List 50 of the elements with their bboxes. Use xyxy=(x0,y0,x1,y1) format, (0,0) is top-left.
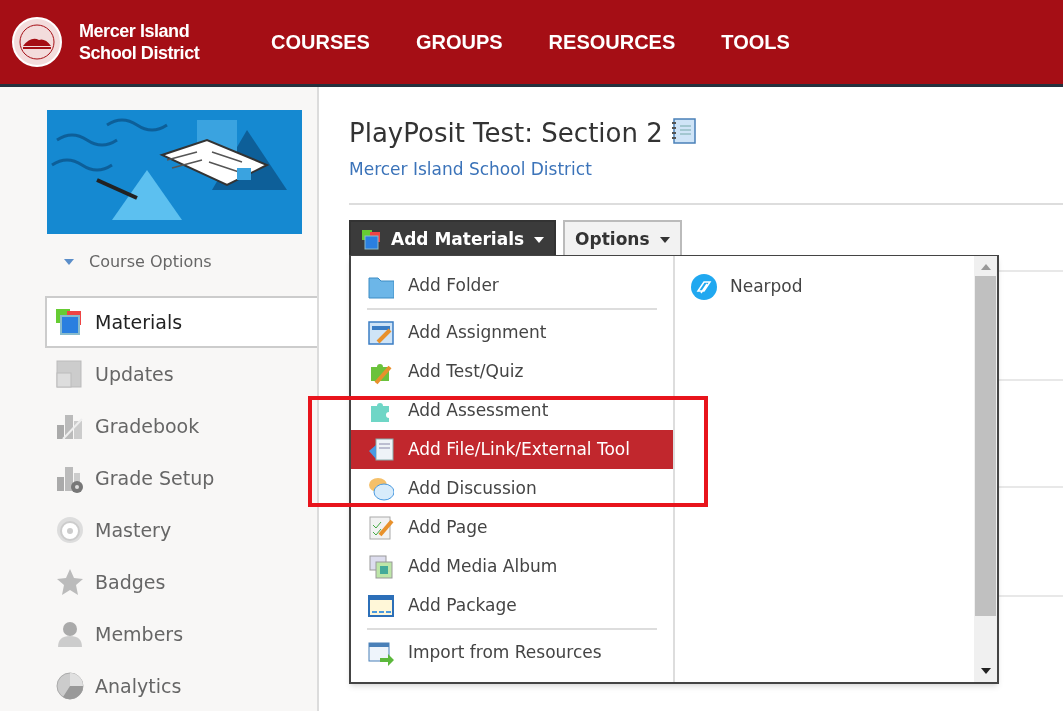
menu-item[interactable]: Add Media Album xyxy=(351,547,673,586)
updates-icon xyxy=(55,359,85,389)
caret-down-icon xyxy=(64,259,74,265)
mastery-icon xyxy=(55,515,85,545)
page-pencil-icon xyxy=(368,514,394,541)
logo-text: Mercer Island xyxy=(79,20,191,42)
menu-item[interactable]: Import from Resources xyxy=(351,633,673,672)
app-item[interactable]: Nearpod xyxy=(690,272,974,302)
member-icon xyxy=(55,619,85,649)
file-link-icon xyxy=(368,436,394,463)
menu-item[interactable]: Add Assessment xyxy=(351,391,673,430)
menu-item[interactable]: Add Folder xyxy=(351,266,673,305)
nav-link[interactable]: TOOLS xyxy=(721,27,790,57)
media-album-icon xyxy=(368,553,394,580)
scrollbar-thumb[interactable] xyxy=(975,276,996,616)
sidebar-item[interactable]: Analytics xyxy=(45,660,317,711)
nav-link[interactable]: GROUPS xyxy=(415,27,503,57)
scroll-up-arrow-icon xyxy=(980,264,991,270)
menu-item[interactable]: Add Package xyxy=(351,586,673,625)
sidebar-item[interactable]: Grade Setup xyxy=(45,452,317,504)
sidebar-item[interactable]: Gradebook xyxy=(45,400,317,452)
nearpod-logo-icon xyxy=(690,273,718,301)
nav-link[interactable]: RESOURCES xyxy=(548,27,676,57)
menu-item[interactable]: Add Discussion xyxy=(351,469,673,508)
scrollbar[interactable] xyxy=(974,256,997,682)
sidebar-item[interactable]: Badges xyxy=(45,556,317,608)
caret-down-icon xyxy=(534,236,545,243)
menu-item[interactable]: Add Page xyxy=(351,508,673,547)
caret-down-icon xyxy=(659,236,670,243)
district-link[interactable]: Mercer Island School District xyxy=(349,157,1063,183)
badge-star-icon xyxy=(55,567,85,597)
analytics-icon xyxy=(55,671,85,701)
scroll-down-arrow-icon xyxy=(980,668,991,674)
import-icon xyxy=(368,639,394,666)
assignment-icon xyxy=(368,319,394,346)
sidebar-item[interactable]: Materials xyxy=(45,296,317,348)
sidebar-item[interactable]: Mastery xyxy=(45,504,317,556)
district-seal-icon xyxy=(11,16,63,68)
menu-item[interactable]: Add Assignment xyxy=(351,313,673,352)
menu-item[interactable]: Add File/Link/External Tool xyxy=(351,430,673,469)
sidebar-item[interactable]: Members xyxy=(45,608,317,660)
speech-bubbles-icon xyxy=(368,475,394,502)
course-options-link[interactable]: Course Options xyxy=(89,250,212,274)
materials-icon xyxy=(361,228,383,251)
package-icon xyxy=(368,592,394,619)
menu-item[interactable]: Add Test/Quiz xyxy=(351,352,673,391)
page-title: PlayPosit Test: Section 2 xyxy=(349,117,663,150)
nav-link[interactable]: COURSES xyxy=(271,27,370,57)
logo-text: School District xyxy=(79,42,201,64)
sidebar-item[interactable]: Updates xyxy=(45,348,317,400)
